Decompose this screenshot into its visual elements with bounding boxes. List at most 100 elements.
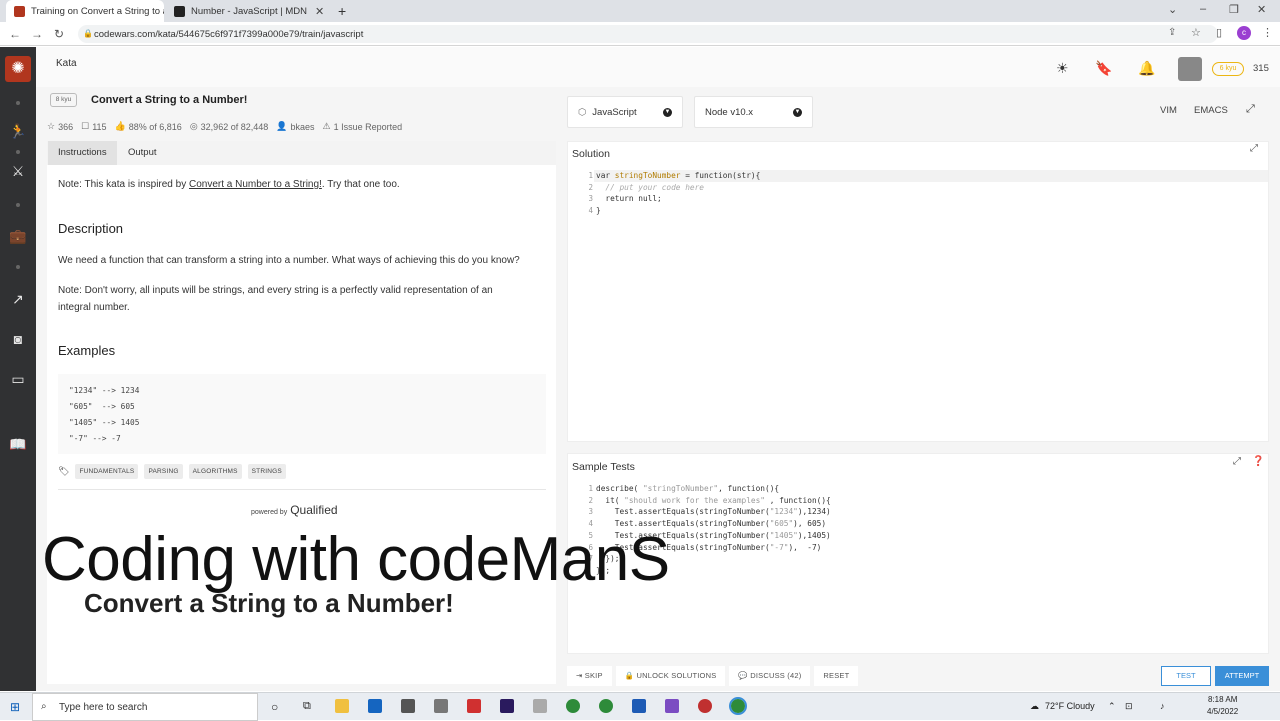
camera-icon[interactable] xyxy=(401,699,415,713)
share-icon[interactable]: ⇪ xyxy=(1168,27,1176,38)
author-stat[interactable]: 👤 bkaes xyxy=(276,121,314,132)
bookmark-outline-icon: ☐ xyxy=(81,121,90,131)
kata-stats: ☆ 366 ☐ 115 👍 88% of 6,816 ◎ 32,962 of 82,44… xyxy=(47,121,402,132)
expand-icon[interactable]: ⤢ xyxy=(1250,143,1258,154)
completed-stat: ◎ 32,962 of 82,448 xyxy=(189,121,269,132)
weather-icon[interactable]: ☁ xyxy=(1030,701,1039,712)
clock-time[interactable]: 8:18 AM xyxy=(1208,695,1237,704)
profile-icon[interactable]: c xyxy=(1237,26,1251,40)
chrome-icon[interactable] xyxy=(566,699,580,713)
user-icon: 👤 xyxy=(276,121,288,131)
votes-stat[interactable]: ☐ 115 xyxy=(81,121,106,132)
visual-studio-icon[interactable] xyxy=(665,699,679,713)
briefcase-icon[interactable]: 💼 xyxy=(9,227,27,245)
test-button[interactable]: TEST xyxy=(1161,666,1211,686)
expand-icon[interactable]: ⤢ xyxy=(1233,456,1241,467)
chrome-icon[interactable] xyxy=(729,697,747,715)
search-icon: ⌕ xyxy=(41,701,47,712)
language-select[interactable]: ⬡ JavaScript ▼ xyxy=(567,96,683,128)
satisfaction-stat: 👍 88% of 6,816 xyxy=(114,121,182,132)
recorder-icon[interactable] xyxy=(467,699,481,713)
vim-mode-toggle[interactable]: VIM xyxy=(1160,105,1177,116)
chat-bubble-icon: 💬 xyxy=(738,671,751,680)
browser-tab-mdn[interactable]: Number - JavaScript | MDN ✕ xyxy=(166,0,328,22)
leaderboard-icon[interactable]: ↗ xyxy=(9,290,27,308)
taskbar-search[interactable]: ⌕ Type here to search xyxy=(32,693,258,721)
app-icon[interactable] xyxy=(434,699,448,713)
thumbs-up-icon: 👍 xyxy=(114,121,126,131)
premiere-icon[interactable] xyxy=(500,699,514,713)
note-text: Note: Don't worry, all inputs will be st… xyxy=(58,285,493,313)
qualified-logo: Qualified xyxy=(290,503,338,517)
reset-button[interactable]: RESET xyxy=(814,666,859,686)
chrome-icon[interactable] xyxy=(599,699,613,713)
tab-output[interactable]: Output xyxy=(118,141,167,165)
back-icon[interactable]: ← xyxy=(4,27,26,41)
tray-chevron-icon[interactable]: ⌃ xyxy=(1108,701,1116,712)
task-view-icon[interactable]: ⧉ xyxy=(303,700,311,713)
examples-heading: Examples xyxy=(58,343,116,358)
unlock-solutions-button[interactable]: 🔒 UNLOCK SOLUTIONS xyxy=(615,666,726,686)
tag-fundamentals[interactable]: FUNDAMENTALS xyxy=(75,464,139,479)
file-explorer-icon[interactable] xyxy=(335,699,349,713)
bookmark-icon[interactable]: 🔖 xyxy=(1095,60,1112,77)
discuss-button[interactable]: 💬 DISCUSS (42) xyxy=(729,666,811,686)
tab-search-icon[interactable]: ⌄ xyxy=(1168,3,1177,16)
clock-date[interactable]: 4/5/2022 xyxy=(1207,707,1238,716)
issues-stat[interactable]: ⚠ 1 Issue Reported xyxy=(322,121,402,132)
skip-button[interactable]: ⇥ SKIP xyxy=(567,666,612,686)
bookmark-star-icon[interactable]: ☆ xyxy=(1191,26,1201,39)
emacs-mode-toggle[interactable]: EMACS xyxy=(1194,105,1228,116)
practice-icon[interactable]: ⚔ xyxy=(9,162,27,180)
theme-toggle-icon[interactable]: ☀ xyxy=(1056,60,1069,77)
network-icon[interactable]: ⊡ xyxy=(1125,701,1133,712)
avatar[interactable] xyxy=(1178,57,1202,81)
discord-icon[interactable]: ◙ xyxy=(9,330,27,348)
tag-strings[interactable]: STRINGS xyxy=(247,464,286,479)
reload-icon[interactable]: ↻ xyxy=(48,27,70,41)
runtime-select[interactable]: Node v10.x ▼ xyxy=(694,96,813,128)
left-sidebar: 🏃 ⚔ 💼 ↗ ◙ ▭ 📖 xyxy=(0,47,36,691)
app-icon[interactable] xyxy=(698,699,712,713)
weather-text[interactable]: 72°F Cloudy xyxy=(1045,701,1095,711)
solution-code[interactable]: var stringToNumber = function(str){ // p… xyxy=(596,170,760,217)
tag-parsing[interactable]: PARSING xyxy=(144,464,183,479)
tag-algorithms[interactable]: ALGORITHMS xyxy=(188,464,242,479)
nav-kata-link[interactable]: Kata xyxy=(56,58,77,69)
attempt-button[interactable]: ATTEMPT xyxy=(1215,666,1269,686)
url-field[interactable]: 🔒 codewars.com/kata/544675c6f971f7399a00… xyxy=(78,25,1218,43)
new-tab-button[interactable]: + xyxy=(330,0,350,22)
windows-start-icon[interactable]: ⊞ xyxy=(10,700,20,714)
chevron-down-icon: ▼ xyxy=(663,107,672,117)
tab-instructions[interactable]: Instructions xyxy=(48,141,117,165)
close-tab-icon[interactable]: ✕ xyxy=(307,5,324,18)
chat-icon[interactable]: ▭ xyxy=(9,370,27,388)
language-value: JavaScript xyxy=(592,106,637,118)
menu-icon[interactable]: ⋮ xyxy=(1262,26,1273,39)
app-icon[interactable] xyxy=(533,699,547,713)
browser-tab-codewars[interactable]: Training on Convert a String to a ✕ xyxy=(6,0,164,22)
cortana-icon[interactable]: ○ xyxy=(271,700,278,714)
help-icon[interactable]: ❓ xyxy=(1252,456,1264,467)
powered-by[interactable]: powered by Qualified xyxy=(251,503,338,517)
notifications-bell-icon[interactable]: 🔔 xyxy=(1138,60,1155,77)
close-window-icon[interactable]: ✕ xyxy=(1257,3,1266,16)
restore-icon[interactable]: ❐ xyxy=(1229,3,1239,16)
tab-title: Number - JavaScript | MDN xyxy=(191,5,307,17)
runtime-value: Node v10.x xyxy=(705,106,754,118)
side-panel-icon[interactable]: ▯ xyxy=(1216,26,1222,39)
word-icon[interactable] xyxy=(632,699,646,713)
codewars-logo-icon[interactable]: ✺ xyxy=(5,56,31,82)
kyu-badge: 8 kyu xyxy=(50,93,77,107)
mail-icon[interactable] xyxy=(368,699,382,713)
docs-book-icon[interactable]: 📖 xyxy=(9,435,27,453)
volume-icon[interactable]: ♪ xyxy=(1160,701,1165,711)
forward-icon[interactable]: → xyxy=(26,27,48,41)
search-placeholder: Type here to search xyxy=(59,701,148,713)
stars-stat[interactable]: ☆ 366 xyxy=(47,121,73,132)
lock-icon: 🔒 xyxy=(624,671,637,680)
minimize-icon[interactable]: – xyxy=(1200,3,1206,15)
training-icon[interactable]: 🏃 xyxy=(9,122,27,140)
inspired-kata-link[interactable]: Convert a Number to a String! xyxy=(189,179,322,190)
fullscreen-icon[interactable]: ⤢ xyxy=(1246,103,1255,116)
